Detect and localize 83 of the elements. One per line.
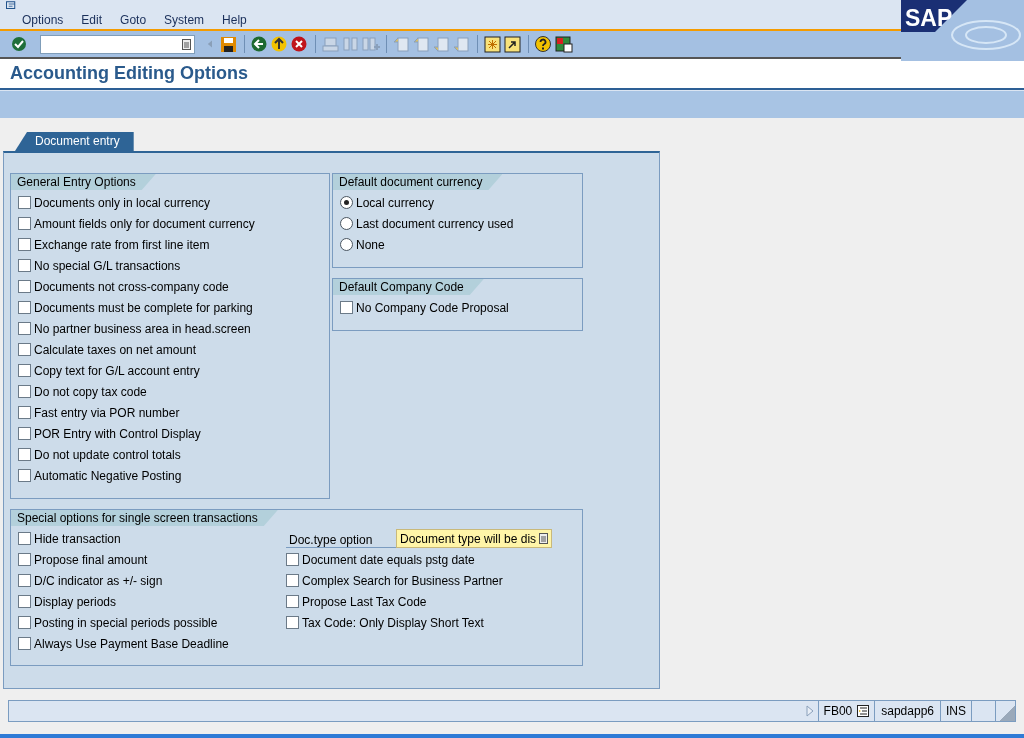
group-title: Default Company Code (333, 279, 484, 295)
checkbox[interactable] (18, 364, 31, 377)
checkbox-label: Posting in special periods possible (34, 614, 218, 632)
checkbox-label: Always Use Payment Base Deadline (34, 635, 229, 653)
group-title: Special options for single screen transactions (11, 510, 278, 526)
server-name: sapdapp6 (874, 701, 940, 721)
checkbox[interactable] (340, 301, 353, 314)
checkbox[interactable] (18, 238, 31, 251)
checkbox[interactable] (18, 448, 31, 461)
checkbox-label: Copy text for G/L account entry (34, 362, 200, 380)
group-title: Default document currency (333, 174, 503, 190)
menu-item[interactable]: System (164, 11, 205, 29)
checkbox-label: POR Entry with Control Display (34, 425, 201, 443)
logo-drawing: SAP (901, 0, 1024, 61)
checkbox-label: No partner business area in head.screen (34, 320, 251, 338)
checkbox-label: Fast entry via POR number (34, 404, 180, 422)
checkbox-label: D/C indicator as +/- sign (34, 572, 163, 590)
doc-type-field[interactable]: Document type will be dis (396, 529, 553, 548)
checkbox-label: Do not copy tax code (34, 383, 147, 401)
radio-button[interactable] (340, 238, 353, 251)
checkbox-label: Propose Last Tax Code (302, 593, 427, 611)
group-title: General Entry Options (11, 174, 156, 190)
shortcut-icon[interactable] (503, 35, 523, 53)
checkbox-label: Tax Code: Only Display Short Text (302, 614, 484, 632)
checkbox-label: Documents must be complete for parking (34, 299, 253, 317)
checkbox[interactable] (18, 259, 31, 272)
list-icon[interactable] (857, 705, 870, 717)
checkbox-label: Do not update control totals (34, 446, 181, 464)
checkbox[interactable] (18, 196, 31, 209)
new-window-icon[interactable] (483, 35, 503, 53)
checkbox[interactable] (18, 385, 31, 398)
checkbox[interactable] (18, 595, 31, 608)
checkbox-label: Display periods (34, 593, 117, 611)
page-title: Accounting Editing Options (10, 62, 248, 85)
menu-icon[interactable] (4, 1, 18, 10)
radio-button[interactable] (340, 217, 353, 230)
checkbox-label: Documents only in local currency (34, 194, 211, 212)
checkbox-label: Documents not cross-company code (34, 278, 229, 296)
menu-item[interactable]: Help (222, 11, 247, 29)
checkbox[interactable] (18, 217, 31, 230)
checkbox[interactable] (18, 574, 31, 587)
checkbox-label: Amount fields only for document currency (34, 215, 255, 233)
dropdown-icon[interactable] (539, 533, 549, 544)
checkbox[interactable] (286, 595, 299, 608)
transaction-code: FB00 (823, 703, 853, 720)
checkbox[interactable] (18, 427, 31, 440)
menu-item[interactable]: Edit (81, 11, 103, 29)
checkbox-label: Exchange rate from first line item (34, 236, 210, 254)
insert-mode: INS (940, 701, 971, 721)
checkbox[interactable] (18, 343, 31, 356)
checkbox-label: Calculate taxes on net amount (34, 341, 197, 359)
help-icon[interactable] (534, 35, 554, 53)
checkbox-label: No special G/L transactions (34, 257, 181, 275)
checkbox[interactable] (286, 553, 299, 566)
layout-icon[interactable] (554, 35, 574, 53)
resize-grip[interactable] (995, 701, 1015, 721)
radio-label: Local currency (356, 194, 435, 212)
checkbox[interactable] (18, 322, 31, 335)
tab[interactable]: Document entry (15, 132, 134, 151)
checkbox[interactable] (18, 469, 31, 482)
radio-button[interactable] (340, 196, 353, 209)
save-icon[interactable] (219, 35, 239, 53)
command-field[interactable] (40, 34, 195, 54)
checkbox-label: Automatic Negative Posting (34, 467, 182, 485)
dropdown-icon[interactable] (182, 38, 191, 50)
menu-item[interactable]: Options (22, 11, 64, 29)
checkbox[interactable] (286, 616, 299, 629)
radio-label: None (356, 236, 385, 254)
radio-label: Last document currency used (356, 215, 514, 233)
checkbox-label: Propose final amount (34, 551, 148, 569)
menu-item[interactable]: Goto (120, 11, 147, 29)
checkbox[interactable] (18, 406, 31, 419)
checkbox-label: No Company Code Proposal (356, 299, 509, 317)
checkbox[interactable] (18, 301, 31, 314)
checkbox[interactable] (18, 637, 31, 650)
checkbox-label: Document date equals pstg date (302, 551, 475, 569)
checkbox[interactable] (18, 553, 31, 566)
checkbox-label: Complex Search for Business Partner (302, 572, 503, 590)
checkbox[interactable] (18, 532, 31, 545)
checkbox[interactable] (286, 574, 299, 587)
checkbox[interactable] (18, 280, 31, 293)
checkbox-label: Hide transaction (34, 530, 121, 548)
checkbox[interactable] (18, 616, 31, 629)
